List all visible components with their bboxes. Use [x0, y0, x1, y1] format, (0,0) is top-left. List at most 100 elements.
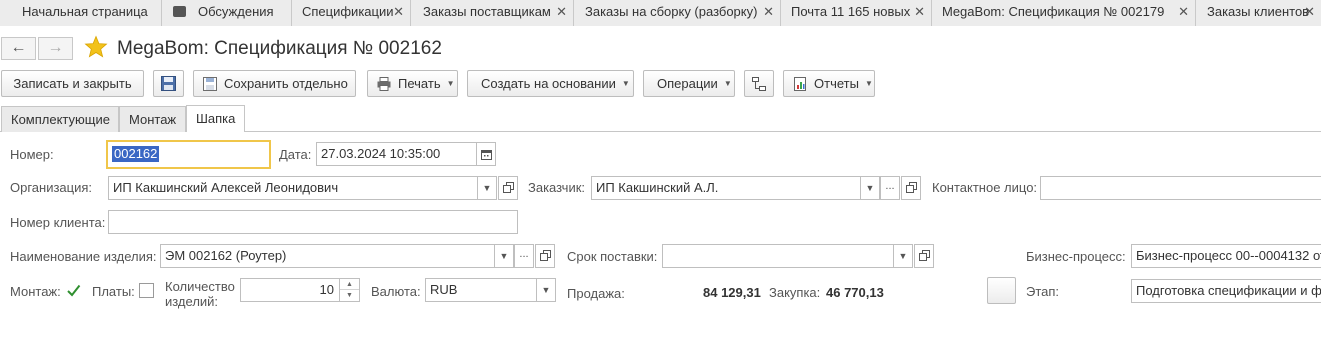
close-icon[interactable]: ✕ [393, 0, 404, 24]
increment-icon[interactable]: ▲ [340, 279, 359, 290]
mounting-label: Монтаж: [10, 284, 61, 299]
chevron-down-icon: ▼ [482, 183, 492, 193]
customer-value: ИП Какшинский А.Л. [596, 180, 719, 195]
operations-label: Операции [657, 76, 718, 91]
operations-button[interactable]: Операции ▼ [643, 70, 735, 97]
contact-person-field[interactable] [1040, 176, 1321, 200]
save-and-close-button[interactable]: Записать и закрыть [1, 70, 144, 97]
boards-checkbox[interactable] [139, 283, 154, 298]
forward-button[interactable]: → [38, 37, 73, 60]
save-copy-icon [203, 76, 217, 91]
customer-label: Заказчик: [528, 180, 586, 195]
close-icon[interactable]: ✕ [1178, 0, 1189, 24]
customer-field[interactable]: ИП Какшинский А.Л. [591, 176, 861, 200]
sale-label: Продажа: [567, 286, 625, 301]
purchase-value: 46 770,13 [826, 285, 884, 300]
date-field[interactable]: 27.03.2024 10:35:00 [316, 142, 477, 166]
product-select-button[interactable]: ... [514, 244, 534, 268]
page-title: MegaBom: Спецификация № 002162 [117, 38, 442, 59]
window-tab-spec-002179[interactable]: MegaBom: Спецификация № 002179 ✕ [932, 0, 1196, 26]
create-based-on-label: Создать на основании [481, 76, 616, 91]
client-number-field[interactable] [108, 210, 518, 234]
save-button[interactable] [153, 70, 184, 97]
close-icon[interactable]: ✕ [1304, 0, 1315, 24]
customer-select-button[interactable]: ... [880, 176, 900, 200]
tab-components[interactable]: Комплектующие [1, 106, 119, 132]
window-tab-client-orders[interactable]: Заказы клиентов ✕ [1196, 0, 1321, 26]
window-tab-assembly-orders[interactable]: Заказы на сборку (разборку) ✕ [574, 0, 781, 26]
tab-header[interactable]: Шапка [186, 105, 245, 132]
tab-label: Шапка [196, 111, 236, 126]
tab-mounting[interactable]: Монтаж [119, 106, 186, 132]
organization-open-button[interactable] [498, 176, 518, 200]
structure-button[interactable] [744, 70, 774, 97]
client-number-label: Номер клиента: [10, 215, 106, 230]
quantity-stepper[interactable]: ▲ ▼ [339, 278, 360, 302]
chevron-down-icon: ▼ [865, 183, 875, 193]
product-dropdown-button[interactable]: ▼ [494, 244, 514, 268]
window-tab-discussions[interactable]: Обсуждения [162, 0, 292, 26]
ellipsis-icon: ... [519, 248, 529, 260]
print-button[interactable]: Печать ▼ [367, 70, 458, 97]
business-process-field[interactable]: Бизнес-процесс 00--0004132 от [1131, 244, 1321, 268]
hierarchy-icon [752, 77, 766, 91]
close-icon[interactable]: ✕ [763, 0, 774, 24]
save-separately-label: Сохранить отдельно [224, 76, 348, 91]
number-field[interactable]: 002162 [106, 140, 271, 169]
delivery-term-field[interactable] [662, 244, 894, 268]
calendar-button[interactable] [476, 142, 496, 166]
reports-button[interactable]: Отчеты ▼ [783, 70, 875, 97]
print-label: Печать [398, 76, 441, 91]
customer-dropdown-button[interactable]: ▼ [860, 176, 880, 200]
close-icon[interactable]: ✕ [914, 0, 925, 24]
product-name-field[interactable]: ЭМ 002162 (Роутер) [160, 244, 495, 268]
delivery-open-button[interactable] [914, 244, 934, 268]
ellipsis-icon: ... [885, 180, 895, 192]
quantity-label-line2: изделий: [165, 294, 219, 309]
stage-action-button[interactable] [987, 277, 1016, 304]
reports-label: Отчеты [814, 76, 859, 91]
window-tab-label: Спецификации [302, 4, 394, 19]
window-tab-home[interactable]: Начальная страница [0, 0, 162, 26]
organization-dropdown-button[interactable]: ▼ [477, 176, 497, 200]
window-tab-label: Обсуждения [198, 4, 274, 19]
sale-value: 84 129,31 [703, 285, 761, 300]
quantity-value: 10 [319, 282, 334, 297]
favorite-star-icon[interactable] [84, 35, 108, 59]
quantity-field[interactable]: 10 [240, 278, 340, 302]
customer-open-button[interactable] [901, 176, 921, 200]
chevron-down-icon: ▼ [898, 251, 908, 261]
checkmark-icon [67, 284, 81, 297]
currency-field[interactable]: RUB [425, 278, 537, 302]
product-name-value: ЭМ 002162 (Роутер) [165, 248, 287, 263]
stage-label: Этап: [1026, 284, 1060, 299]
window-tab-label: Заказы поставщикам [423, 4, 551, 19]
number-value: 002162 [112, 146, 160, 162]
date-label: Дата: [279, 147, 312, 162]
decrement-icon[interactable]: ▼ [340, 290, 359, 301]
create-based-on-button[interactable]: Создать на основании ▼ [467, 70, 634, 97]
organization-label: Организация: [10, 180, 93, 195]
business-process-value: Бизнес-процесс 00--0004132 от [1136, 248, 1321, 263]
window-tab-mail[interactable]: Почта 11 165 новых ✕ [781, 0, 932, 26]
chevron-down-icon: ▼ [446, 79, 455, 89]
currency-dropdown-button[interactable]: ▼ [536, 278, 556, 302]
open-window-icon [919, 250, 930, 261]
back-button[interactable]: ← [1, 37, 36, 60]
stage-field[interactable]: Подготовка спецификации и фа [1131, 279, 1321, 303]
number-label: Номер: [10, 147, 54, 162]
window-tab-supplier-orders[interactable]: Заказы поставщикам ✕ [411, 0, 574, 26]
currency-label: Валюта: [371, 284, 421, 299]
tab-label: Комплектующие [11, 112, 110, 127]
open-window-icon [540, 250, 551, 261]
window-tab-specifications[interactable]: Спецификации ✕ [292, 0, 411, 26]
boards-label: Платы: [92, 284, 135, 299]
product-open-button[interactable] [535, 244, 555, 268]
organization-field[interactable]: ИП Какшинский Алексей Леонидович [108, 176, 478, 200]
save-separately-button[interactable]: Сохранить отдельно [193, 70, 356, 97]
delivery-dropdown-button[interactable]: ▼ [893, 244, 913, 268]
mounting-checkbox[interactable] [66, 283, 81, 298]
close-icon[interactable]: ✕ [556, 0, 567, 24]
window-tab-strip: Начальная страница Обсуждения Спецификац… [0, 0, 1321, 26]
window-tab-label: Заказы на сборку (разборку) [585, 4, 758, 19]
